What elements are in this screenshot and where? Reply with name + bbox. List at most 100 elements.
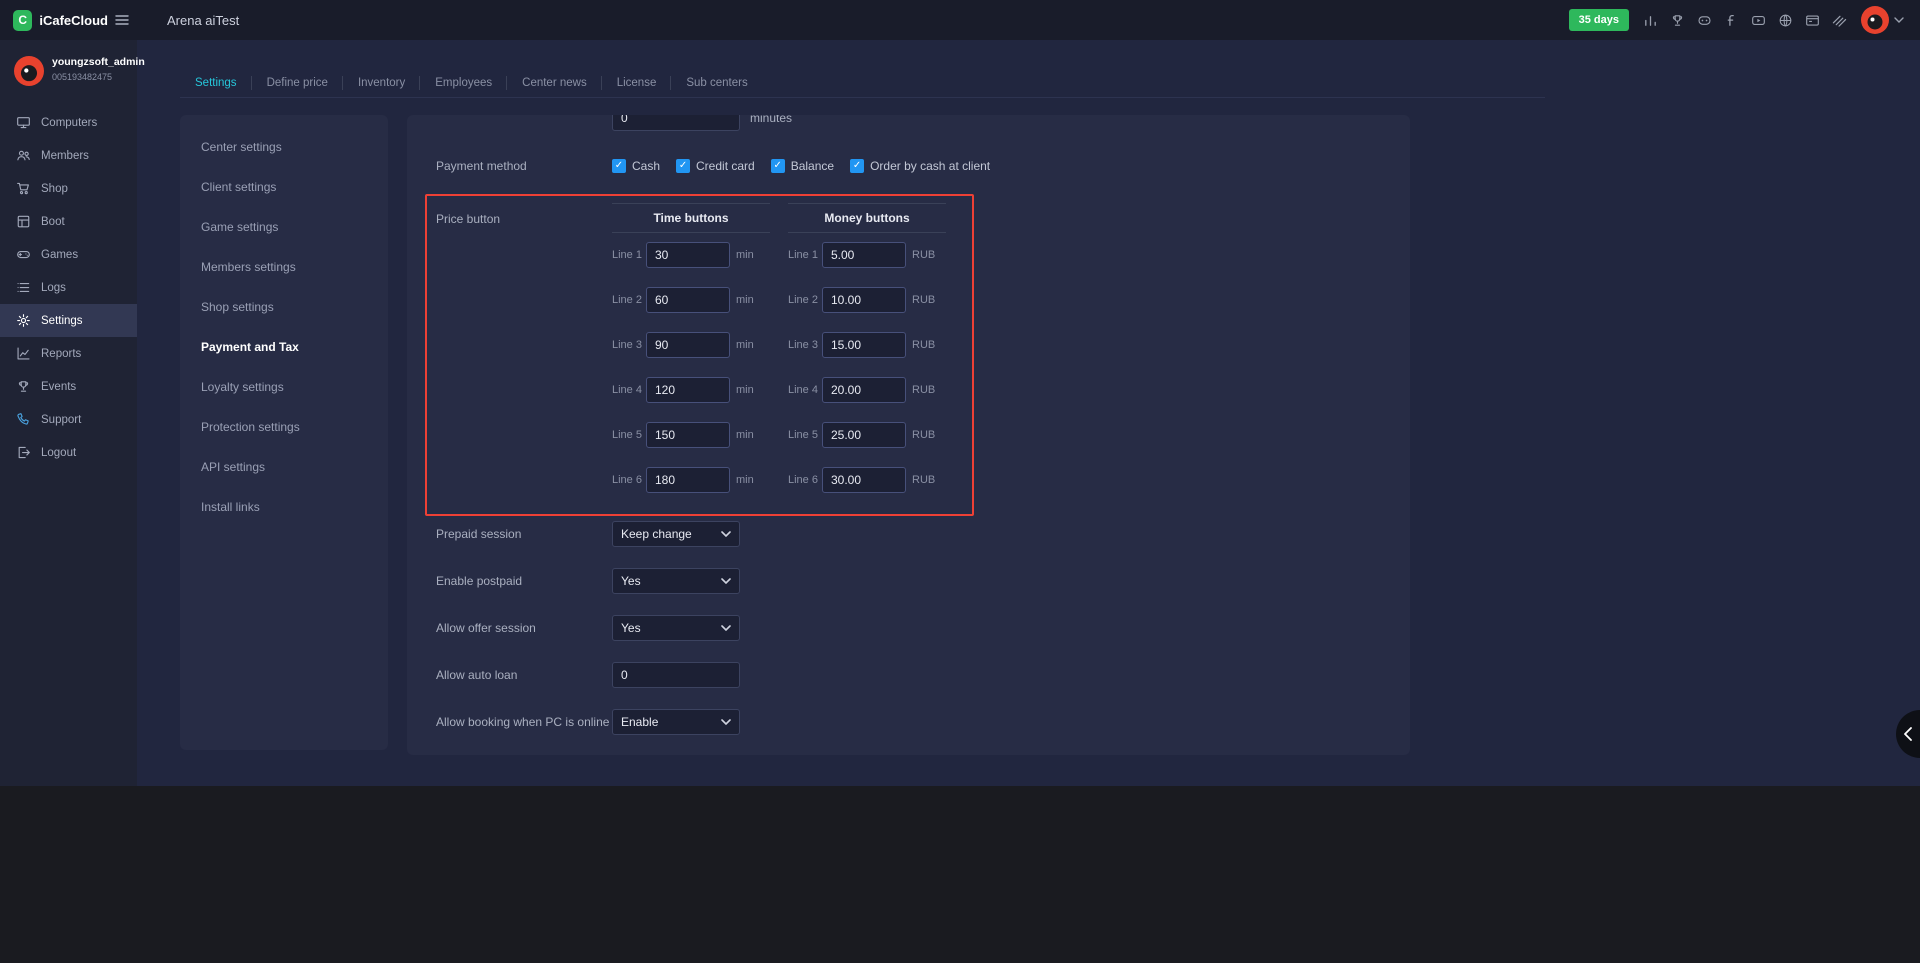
price-button-section: Price button Time buttons Line 1 min Lin… [436, 203, 1410, 493]
settings-menu-item-client-settings[interactable]: Client settings [180, 167, 388, 207]
sidebar-item-games[interactable]: Games [0, 238, 137, 271]
prepaid-session-select[interactable]: Keep change [612, 521, 740, 547]
sidebar-item-members[interactable]: Members [0, 139, 137, 172]
allow-auto-loan-input[interactable] [612, 662, 740, 688]
checkbox-checked-icon[interactable] [771, 159, 785, 173]
settings-menu-item-center-settings[interactable]: Center settings [180, 127, 388, 167]
chevron-down-icon [721, 625, 731, 631]
settings-menu-item-api-settings[interactable]: API settings [180, 447, 388, 487]
card-icon[interactable] [1805, 13, 1820, 28]
money-line-2-input[interactable] [822, 287, 906, 313]
settings-menu-item-game-settings[interactable]: Game settings [180, 207, 388, 247]
tab-center-news[interactable]: Center news [507, 68, 602, 98]
money-row-6: Line 6 RUB [788, 467, 946, 493]
chevron-left-icon [1903, 726, 1913, 742]
user-menu[interactable] [1861, 6, 1904, 34]
sidebar-item-logout[interactable]: Logout [0, 436, 137, 469]
sidebar-item-settings[interactable]: Settings [0, 304, 137, 337]
unit-label: min [736, 294, 764, 306]
allow-offer-session-select[interactable]: Yes [612, 615, 740, 641]
user-name: youngzsoft_admin [52, 56, 145, 70]
license-days-badge[interactable]: 35 days [1569, 9, 1629, 31]
time-line-2-input[interactable] [646, 287, 730, 313]
tab-inventory[interactable]: Inventory [343, 68, 420, 98]
sidebar-item-boot[interactable]: Boot [0, 205, 137, 238]
time-line-3-input[interactable] [646, 332, 730, 358]
money-line-1-input[interactable] [822, 242, 906, 268]
unit-label: RUB [912, 339, 940, 351]
payment-option-cash[interactable]: Cash [612, 159, 660, 173]
payment-option-balance[interactable]: Balance [771, 159, 834, 173]
sidebar-item-events[interactable]: Events [0, 370, 137, 403]
layers-icon[interactable] [1832, 13, 1847, 28]
time-line-4-input[interactable] [646, 377, 730, 403]
time-line-6-input[interactable] [646, 467, 730, 493]
unit-label: RUB [912, 429, 940, 441]
money-line-3-input[interactable] [822, 332, 906, 358]
brand[interactable]: C iCafeCloud [0, 10, 108, 31]
sidebar-item-support[interactable]: Support [0, 403, 137, 436]
payment-method-row: Payment method Cash Credit card Balance … [436, 153, 1410, 179]
field-label: Prepaid session [436, 527, 612, 541]
checkbox-checked-icon[interactable] [676, 159, 690, 173]
clipped-input[interactable] [612, 115, 740, 131]
checkbox-label: Order by cash at client [870, 159, 990, 173]
settings-menu-item-shop-settings[interactable]: Shop settings [180, 287, 388, 327]
checkbox-label: Cash [632, 159, 660, 173]
money-buttons-header: Money buttons [788, 203, 946, 233]
globe-icon[interactable] [1778, 13, 1793, 28]
discord-icon[interactable] [1697, 13, 1712, 28]
sidebar-user[interactable]: youngzsoft_admin 005193482475 [0, 40, 137, 100]
checkbox-checked-icon[interactable] [850, 159, 864, 173]
sidebar-item-label: Events [41, 381, 76, 393]
settings-menu-item-loyalty-settings[interactable]: Loyalty settings [180, 367, 388, 407]
youtube-icon[interactable] [1751, 13, 1766, 28]
settings-menu-item-payment-and-tax[interactable]: Payment and Tax [180, 327, 388, 367]
bar-chart-icon[interactable] [1643, 13, 1658, 28]
form-row-allow-offer-session: Allow offer session Yes [436, 615, 1410, 641]
checkbox-checked-icon[interactable] [612, 159, 626, 173]
tab-define-price[interactable]: Define price [252, 68, 343, 98]
sidebar-item-shop[interactable]: Shop [0, 172, 137, 205]
money-row-2: Line 2 RUB [788, 287, 946, 313]
allow-booking-select[interactable]: Enable [612, 709, 740, 735]
time-line-5-input[interactable] [646, 422, 730, 448]
time-row-2: Line 2 min [612, 287, 770, 313]
money-row-4: Line 4 RUB [788, 377, 946, 403]
payment-option-order-by-cash-at-client[interactable]: Order by cash at client [850, 159, 990, 173]
bottom-band [0, 786, 1920, 963]
hamburger-menu-icon[interactable] [114, 12, 130, 28]
tab-sub-centers[interactable]: Sub centers [671, 68, 762, 98]
settings-menu-item-members-settings[interactable]: Members settings [180, 247, 388, 287]
trophy-icon[interactable] [1670, 13, 1685, 28]
icafecloud-logo-icon: C [13, 10, 32, 31]
chart-icon [16, 346, 31, 361]
tab-settings[interactable]: Settings [180, 68, 252, 98]
sidebar-item-computers[interactable]: Computers [0, 106, 137, 139]
facebook-icon[interactable] [1724, 13, 1739, 28]
time-row-6: Line 6 min [612, 467, 770, 493]
enable-postpaid-select[interactable]: Yes [612, 568, 740, 594]
time-row-1: Line 1 min [612, 242, 770, 268]
chevron-down-icon [721, 531, 731, 537]
settings-menu-item-install-links[interactable]: Install links [180, 487, 388, 527]
line-label: Line 3 [788, 339, 822, 351]
money-buttons-table: Money buttons Line 1 RUB Line 2 RUB Line… [788, 203, 946, 493]
money-line-6-input[interactable] [822, 467, 906, 493]
money-line-5-input[interactable] [822, 422, 906, 448]
money-line-4-input[interactable] [822, 377, 906, 403]
payment-method-label: Payment method [436, 159, 612, 173]
tab-license[interactable]: License [602, 68, 672, 98]
select-value: Enable [621, 715, 658, 729]
logout-icon [16, 445, 31, 460]
sidebar-item-label: Reports [41, 348, 81, 360]
time-line-1-input[interactable] [646, 242, 730, 268]
form-row-prepaid-session: Prepaid session Keep change [436, 521, 1410, 547]
sidebar-item-logs[interactable]: Logs [0, 271, 137, 304]
sidebar-item-reports[interactable]: Reports [0, 337, 137, 370]
settings-menu-item-protection-settings[interactable]: Protection settings [180, 407, 388, 447]
payment-option-credit-card[interactable]: Credit card [676, 159, 755, 173]
tab-employees[interactable]: Employees [420, 68, 507, 98]
sidebar-item-label: Shop [41, 183, 68, 195]
unit-label: min [736, 249, 764, 261]
